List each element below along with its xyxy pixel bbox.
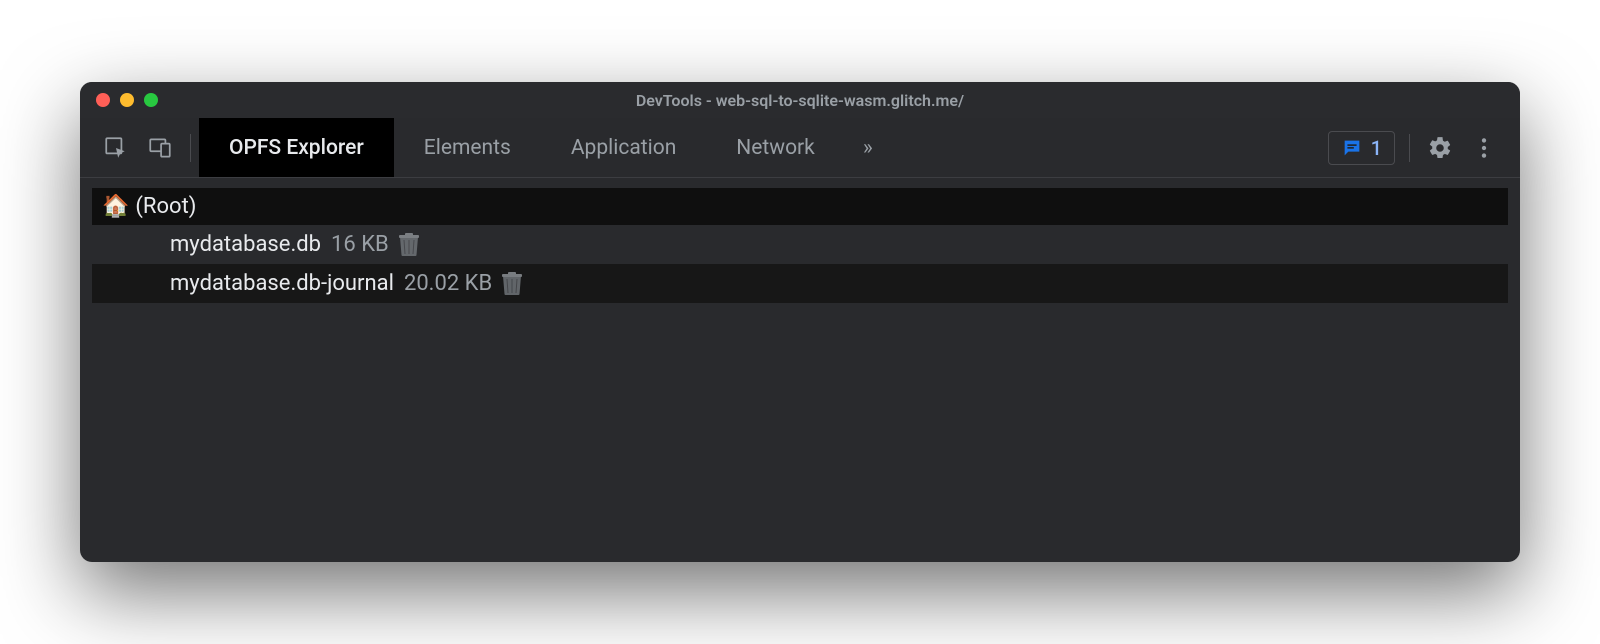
- tabs-list: OPFS Explorer Elements Application Netwo…: [199, 118, 891, 177]
- divider: [190, 134, 191, 162]
- more-options-button[interactable]: [1462, 126, 1506, 170]
- delete-file-button[interactable]: [399, 233, 419, 257]
- minimize-window-button[interactable]: [120, 93, 134, 107]
- house-icon: 🏠: [102, 194, 129, 219]
- issues-button[interactable]: 1: [1328, 131, 1395, 165]
- opfs-tree-panel: 🏠 (Root) mydatabase.db 16 KB mydatabase.…: [80, 178, 1520, 562]
- file-name: mydatabase.db-journal: [170, 271, 394, 296]
- titlebar: DevTools - web-sql-to-sqlite-wasm.glitch…: [80, 82, 1520, 118]
- tab-label: Elements: [424, 136, 511, 160]
- file-size: 20.02 KB: [404, 271, 492, 296]
- trash-icon: [399, 233, 419, 257]
- more-tabs-button[interactable]: »: [845, 118, 891, 177]
- inspect-element-icon[interactable]: [94, 126, 138, 170]
- tab-opfs-explorer[interactable]: OPFS Explorer: [199, 118, 394, 177]
- tab-label: Application: [571, 136, 676, 160]
- tab-label: OPFS Explorer: [229, 136, 364, 160]
- chevron-double-right-icon: »: [863, 136, 873, 160]
- settings-button[interactable]: [1418, 126, 1462, 170]
- chat-icon: [1341, 137, 1363, 159]
- tab-elements[interactable]: Elements: [394, 118, 541, 177]
- tree-root-row[interactable]: 🏠 (Root): [92, 188, 1508, 225]
- issues-count: 1: [1371, 136, 1382, 160]
- tab-label: Network: [736, 136, 815, 160]
- close-window-button[interactable]: [96, 93, 110, 107]
- divider: [1409, 134, 1410, 162]
- device-toolbar-icon[interactable]: [138, 126, 182, 170]
- gear-icon: [1427, 135, 1453, 161]
- tree-file-row[interactable]: mydatabase.db-journal 20.02 KB: [92, 264, 1508, 303]
- tab-application[interactable]: Application: [541, 118, 706, 177]
- delete-file-button[interactable]: [502, 272, 522, 296]
- traffic-lights: [96, 93, 158, 107]
- tree-file-row[interactable]: mydatabase.db 16 KB: [92, 225, 1508, 264]
- file-size: 16 KB: [331, 232, 389, 257]
- devtools-window: DevTools - web-sql-to-sqlite-wasm.glitch…: [80, 82, 1520, 562]
- kebab-menu-icon: [1471, 135, 1497, 161]
- devtools-tabbar: OPFS Explorer Elements Application Netwo…: [80, 118, 1520, 178]
- root-label: (Root): [135, 194, 196, 219]
- tab-network[interactable]: Network: [706, 118, 845, 177]
- trash-icon: [502, 272, 522, 296]
- file-name: mydatabase.db: [170, 232, 321, 257]
- maximize-window-button[interactable]: [144, 93, 158, 107]
- window-title: DevTools - web-sql-to-sqlite-wasm.glitch…: [80, 91, 1520, 110]
